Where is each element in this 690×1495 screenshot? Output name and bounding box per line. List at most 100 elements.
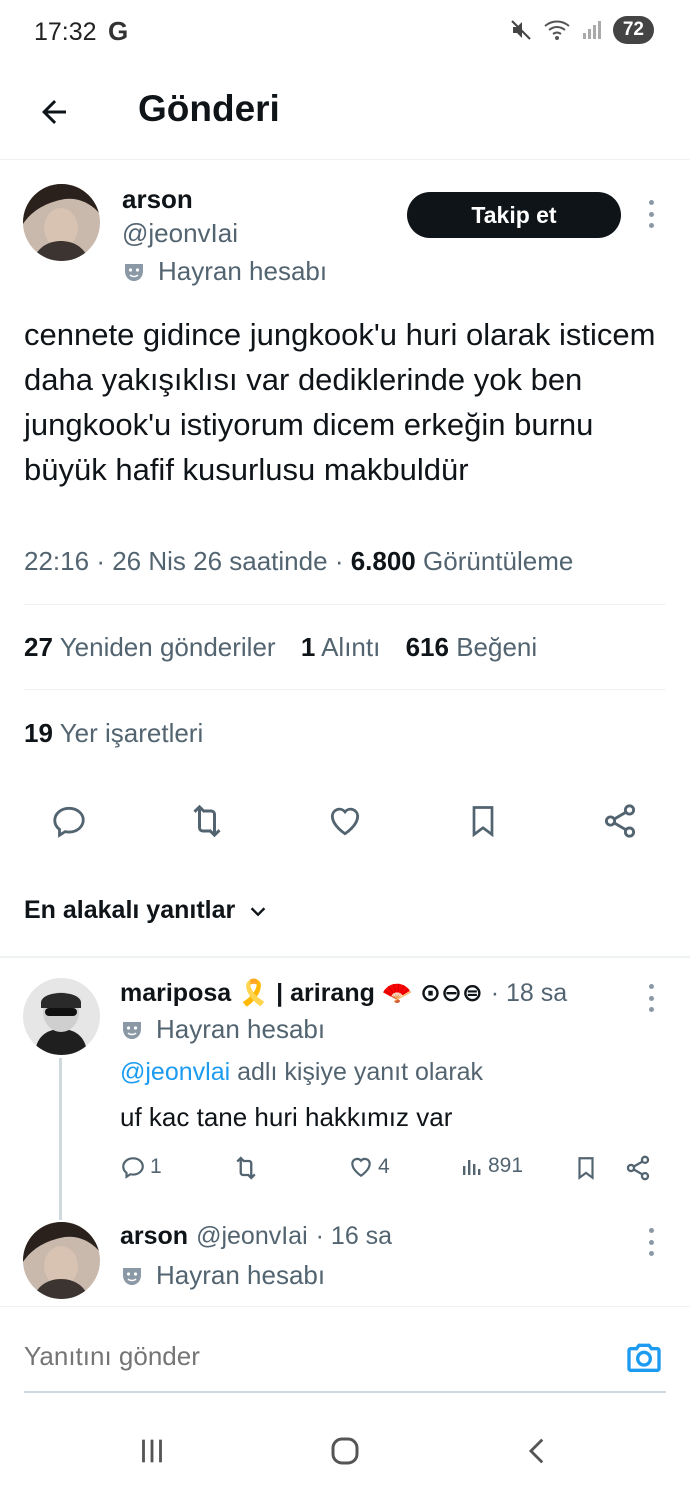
reply-time: · 18 sa — [490, 978, 568, 1007]
divider — [24, 689, 666, 690]
more-options-icon[interactable] — [641, 196, 661, 232]
mask-icon — [125, 263, 143, 281]
section-divider — [0, 956, 690, 958]
chevron-down-icon — [250, 906, 266, 916]
reply-to-suffix: adlı kişiye yanıt olarak — [230, 1058, 484, 1086]
views-label: Görüntüleme — [423, 546, 574, 576]
author-handle[interactable]: @jeonvIai — [122, 218, 238, 249]
fan-account-badge: Hayran hesabı — [120, 1260, 325, 1291]
tweet-actions — [0, 796, 690, 848]
reply-icon — [53, 806, 85, 838]
likes-label: Beğeni — [456, 632, 538, 662]
retweets-count: 27 — [24, 632, 53, 662]
reply-button[interactable] — [47, 796, 91, 846]
fan-account-badge: Hayran hesabı — [122, 256, 327, 287]
system-nav-bar — [0, 1400, 690, 1495]
reply-count: 1 — [150, 1155, 162, 1178]
reply-share-button[interactable] — [624, 1154, 652, 1182]
fan-account-badge: Hayran hesabı — [120, 1014, 325, 1045]
reply-bookmark-button[interactable] — [573, 1154, 599, 1182]
reply-time: · 16 sa — [315, 1222, 393, 1250]
divider — [24, 604, 666, 605]
reply-author-name[interactable]: mariposa 🎗️ | arirang 🪭 ⊙⊖⊜ — [120, 978, 483, 1008]
bookmark-icon — [578, 1157, 594, 1180]
replies-sort-dropdown[interactable]: En alakalı yanıtlar — [24, 896, 269, 925]
tweet-date: 26 Nis 26 saatinde — [112, 546, 328, 576]
retweets-stat[interactable]: 27 Yeniden gönderiler — [24, 632, 276, 662]
reply-like-button[interactable]: 4 — [348, 1154, 390, 1180]
share-button[interactable] — [598, 796, 642, 846]
status-time: 17:32 — [34, 18, 97, 46]
arrow-left-icon — [42, 100, 66, 124]
tweet-meta: 22:16 · 26 Nis 26 saatinde · 6.800 Görün… — [24, 546, 574, 576]
tweet-text: cennete gidince jungkook'u huri olarak i… — [24, 317, 656, 487]
sort-label: En alakalı yanıtlar — [24, 896, 236, 924]
bookmarks-stat[interactable]: 19 Yer işaretleri — [24, 718, 203, 749]
retweet-icon — [193, 804, 221, 838]
likes-count: 616 — [405, 632, 449, 662]
reply-to-mention[interactable]: @jeonvlai — [120, 1058, 230, 1086]
camera-button[interactable] — [622, 1335, 666, 1379]
bookmark-icon — [472, 806, 494, 838]
heart-icon — [351, 1157, 371, 1177]
wifi-icon — [544, 20, 570, 40]
status-icons: 72 — [509, 16, 654, 44]
tweet-time: 22:16 — [24, 546, 90, 576]
more-options-icon[interactable] — [641, 980, 661, 1016]
quotes-stat[interactable]: 1 Alıntı — [301, 632, 381, 662]
reply-header: arson @jeonvIai · 16 sa — [120, 1222, 392, 1251]
like-button[interactable] — [323, 796, 367, 846]
back-nav-button[interactable] — [513, 1426, 563, 1476]
chevron-left-icon — [528, 1438, 544, 1464]
quotes-count: 1 — [300, 632, 316, 662]
badge-label: Hayran hesabı — [156, 1014, 326, 1044]
author-avatar[interactable] — [23, 184, 100, 261]
reply-header: mariposa 🎗️ | arirang 🪭 ⊙⊖⊜ · 18 sa — [120, 978, 567, 1008]
reply-retweet-button[interactable] — [232, 1154, 260, 1182]
status-bar: 17:32 G 72 — [0, 0, 690, 64]
page-title: Gönderi — [138, 88, 280, 129]
retweet-button[interactable] — [185, 796, 229, 846]
top-header: Gönderi — [0, 64, 690, 160]
mask-icon — [123, 1021, 141, 1039]
reply-to-context: @jeonvlai adlı kişiye yanıt olarak — [120, 1058, 483, 1087]
reply-reply-button[interactable]: 1 — [120, 1154, 162, 1180]
mask-icon — [123, 1267, 141, 1285]
bookmark-button[interactable] — [461, 796, 505, 846]
home-icon — [331, 1437, 359, 1465]
reply-input[interactable] — [24, 1341, 584, 1372]
thread-line — [59, 1058, 62, 1220]
recent-apps-icon — [142, 1439, 162, 1463]
bookmarks-label: Yer işaretleri — [59, 718, 204, 748]
heart-icon — [330, 807, 360, 836]
signal-icon — [582, 21, 601, 39]
reply-avatar[interactable] — [23, 978, 100, 1055]
views-count: 6.800 — [350, 546, 416, 576]
follow-button[interactable]: Takip et — [407, 192, 621, 238]
reply-like-count: 4 — [378, 1155, 390, 1178]
reply-avatar[interactable] — [23, 1222, 100, 1299]
badge-label: Hayran hesabı — [158, 256, 328, 286]
more-options-icon[interactable] — [641, 1224, 661, 1260]
reply-text: uf kac tane huri hakkımız var — [120, 1102, 453, 1132]
google-icon: G — [108, 16, 129, 46]
recent-apps-button[interactable] — [127, 1426, 177, 1476]
reply-author-name[interactable]: arson — [120, 1222, 188, 1251]
back-button[interactable] — [30, 88, 78, 136]
engagement-stats: 27 Yeniden gönderiler 1 Alıntı 616 Beğen… — [24, 632, 555, 663]
reply-icon — [122, 1157, 144, 1179]
reply-view-count: 891 — [488, 1154, 524, 1177]
share-icon — [604, 804, 636, 838]
quotes-label: Alıntı — [321, 632, 381, 662]
home-button[interactable] — [320, 1426, 370, 1476]
reply-views-button[interactable]: 891 — [460, 1154, 523, 1178]
views-chart-icon — [463, 1160, 481, 1175]
battery-indicator: 72 — [612, 16, 654, 44]
reply-actions: 1 4 891 — [0, 1150, 690, 1190]
badge-label: Hayran hesabı — [156, 1260, 326, 1290]
likes-stat[interactable]: 616 Beğeni — [406, 632, 538, 662]
bookmarks-count: 19 — [24, 718, 53, 748]
reply-author-handle[interactable]: @jeonvIai — [196, 1222, 308, 1251]
author-name[interactable]: arson — [122, 184, 193, 215]
retweets-label: Yeniden gönderiler — [59, 632, 276, 662]
